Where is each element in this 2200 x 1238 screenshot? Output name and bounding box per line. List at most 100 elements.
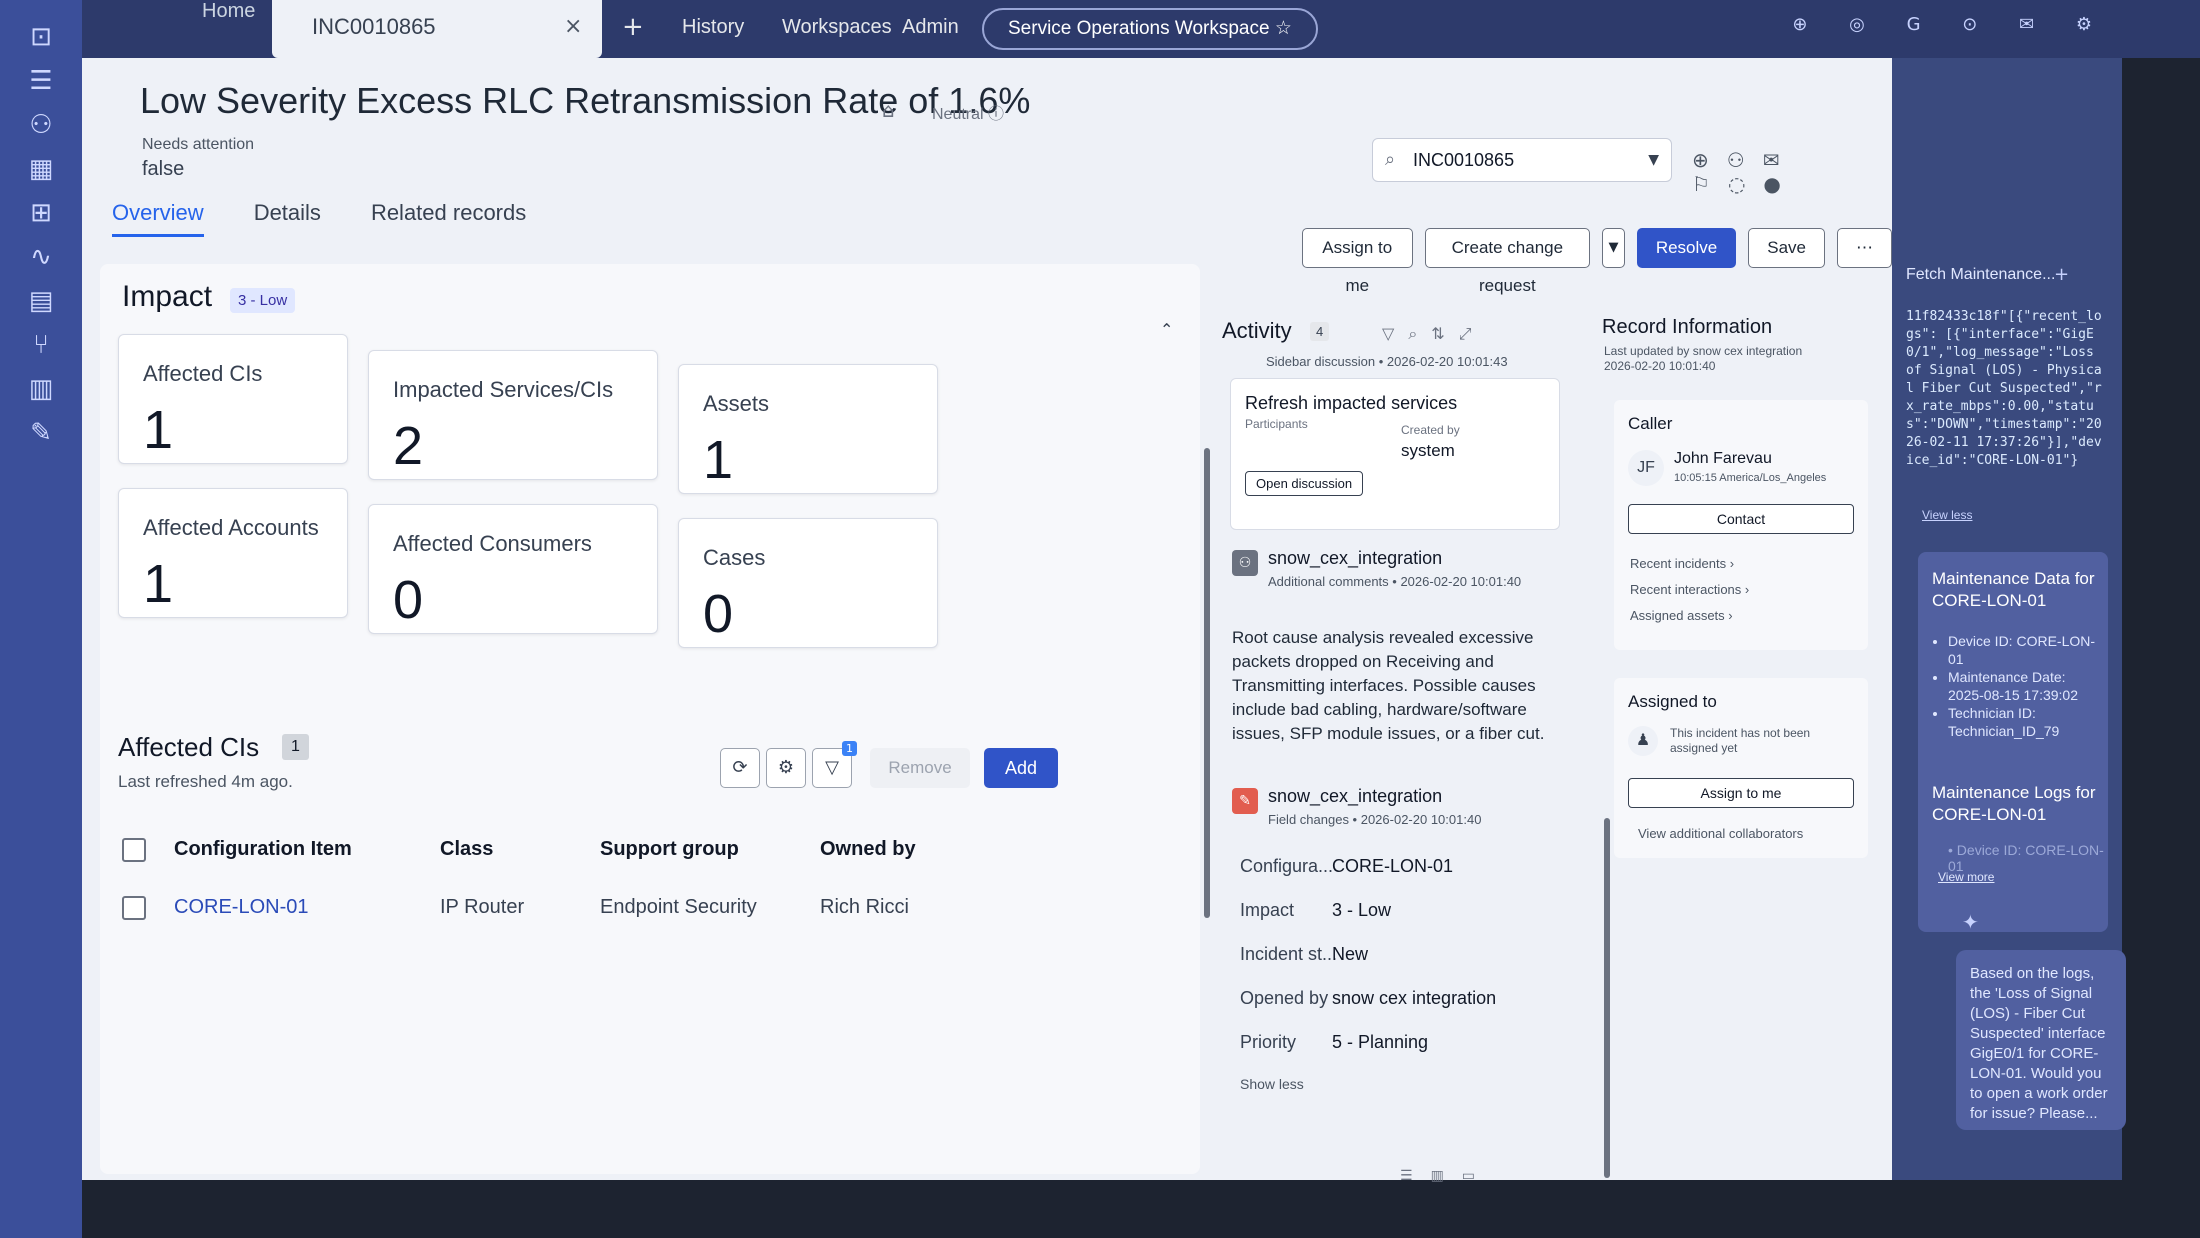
entry-author: snow_cex_integration bbox=[1268, 786, 1443, 806]
more-actions-button[interactable]: ⋯ bbox=[1837, 228, 1892, 268]
split-layout-icon[interactable]: ▥ bbox=[1431, 1168, 1462, 1184]
entry-comment: Root cause analysis revealed excessive p… bbox=[1232, 628, 1545, 743]
refresh-icon[interactable]: ⟳ bbox=[720, 748, 760, 788]
list-layout-icon[interactable]: ☰ bbox=[1400, 1168, 1431, 1184]
view-more-link[interactable]: View more bbox=[1938, 870, 1994, 884]
filter-icon[interactable]: ▽ 1 bbox=[812, 741, 857, 788]
remove-button[interactable]: Remove bbox=[870, 748, 970, 788]
search-input[interactable]: ⌕ INC0010865 ▼ bbox=[1372, 138, 1672, 182]
chevron-down-icon[interactable]: ▼ bbox=[1648, 139, 1659, 181]
layout-toggle-icons: ☰▥▭ bbox=[1400, 1168, 1493, 1184]
needs-attention-label: Needs attention bbox=[142, 136, 255, 153]
card-impacted-services[interactable]: Impacted Services/CIs 2 bbox=[368, 350, 658, 480]
service-operations-workspace-button[interactable]: Service Operations Workspace ☆ bbox=[982, 8, 1318, 50]
maintenance-list: Device ID: CORE-LON-01 Maintenance Date:… bbox=[1948, 632, 2104, 740]
chat-icon[interactable]: ✉ bbox=[1763, 148, 1798, 172]
tab-overview[interactable]: Overview bbox=[112, 200, 204, 237]
add-tab-icon[interactable]: + bbox=[622, 12, 644, 42]
row-checkbox[interactable] bbox=[122, 896, 146, 920]
show-less-link[interactable]: Show less bbox=[1240, 1076, 1304, 1092]
needs-attention-value: false bbox=[142, 158, 185, 180]
open-discussion-button[interactable]: Open discussion bbox=[1245, 471, 1364, 496]
created-by-label: Created by bbox=[1401, 423, 1460, 437]
notification-icon[interactable]: ⚐ bbox=[1692, 172, 1728, 196]
grid-icon[interactable]: ⊞ bbox=[24, 196, 58, 230]
tool-output: 11f82433c18f"[{"recent_logs": [{"interfa… bbox=[1906, 309, 2102, 468]
card-affected-accounts[interactable]: Affected Accounts 1 bbox=[118, 488, 348, 618]
single-layout-icon[interactable]: ▭ bbox=[1462, 1168, 1493, 1184]
info-icon[interactable]: ⓘ bbox=[988, 106, 1004, 123]
column-header[interactable]: Class bbox=[440, 838, 493, 861]
people-icon[interactable]: ⚇ bbox=[24, 108, 58, 142]
tab-details[interactable]: Details bbox=[254, 200, 321, 237]
record-information: Record Information Last updated by snow … bbox=[1602, 308, 1902, 1178]
tab-related-records[interactable]: Related records bbox=[371, 200, 526, 237]
add-icon[interactable]: + bbox=[2054, 264, 2069, 285]
people-icon[interactable]: ⚇ bbox=[1727, 148, 1763, 172]
globe-icon[interactable]: ⊕ bbox=[1692, 148, 1727, 172]
add-button[interactable]: Add bbox=[984, 748, 1058, 788]
column-header[interactable]: Owned by bbox=[820, 838, 916, 861]
discussion-title: Refresh impacted services bbox=[1245, 393, 1458, 413]
card-affected-cis[interactable]: Affected CIs 1 bbox=[118, 334, 348, 464]
tab-incident[interactable]: INC0010865 × bbox=[272, 0, 602, 58]
avatar[interactable]: ● bbox=[1763, 172, 1798, 196]
card-value: 0 bbox=[703, 584, 734, 644]
analytics-icon[interactable]: ▥ bbox=[24, 372, 58, 406]
assistant-panel: Fetch Maintenance... + 11f82433c18f"[{"r… bbox=[1892, 58, 2126, 1180]
card-cases[interactable]: Cases 0 bbox=[678, 518, 938, 648]
create-change-request-button[interactable]: Create change request bbox=[1424, 228, 1591, 295]
impact-panel: Impact 3 - Low ⌃ Affected CIs 1 Impacted… bbox=[100, 264, 1200, 1174]
card-assets[interactable]: Assets 1 bbox=[678, 364, 938, 494]
nav-history[interactable]: History bbox=[682, 16, 744, 39]
assign-to-me-button[interactable]: Assign to me bbox=[1302, 228, 1413, 295]
sentiment-label: Neutral bbox=[932, 106, 984, 123]
list-item: Technician ID: Technician_ID_79 bbox=[1948, 704, 2104, 740]
field-change-value: CORE-LON-01 bbox=[1332, 856, 1454, 876]
last-refreshed: Last refreshed 4m ago. bbox=[118, 772, 293, 791]
chevron-up-icon[interactable]: ⌃ bbox=[1160, 320, 1173, 339]
impact-badge: 3 - Low bbox=[230, 288, 296, 313]
sort-icon[interactable]: ⇅ bbox=[1431, 324, 1458, 343]
gear-icon[interactable]: ⚙ bbox=[766, 748, 806, 788]
impact-scrollbar[interactable] bbox=[1204, 448, 1210, 918]
expand-icon[interactable]: ⤢ bbox=[1459, 324, 1486, 343]
filter-icon[interactable]: ▽ bbox=[1382, 324, 1408, 343]
assign-to-me-button[interactable]: Assign to me bbox=[1628, 778, 1854, 808]
list-icon[interactable]: ☰ bbox=[24, 64, 58, 98]
avatar: JF bbox=[1628, 450, 1664, 486]
card-affected-consumers[interactable]: Affected Consumers 0 bbox=[368, 504, 658, 634]
chevron-down-icon[interactable]: ▼ bbox=[1602, 228, 1625, 268]
nav-admin[interactable]: Admin bbox=[902, 16, 959, 39]
column-header[interactable]: Configuration Item bbox=[174, 838, 352, 861]
assigned-note: This incident has not been assigned yet bbox=[1670, 726, 1811, 755]
search-icon[interactable]: ⌕ bbox=[1408, 324, 1431, 343]
help-icon[interactable]: ◌ bbox=[1728, 172, 1763, 196]
calendar-icon[interactable]: ▦ bbox=[24, 152, 58, 186]
caller-name[interactable]: John Farevau bbox=[1674, 450, 1772, 468]
close-icon[interactable]: × bbox=[564, 14, 582, 39]
column-header[interactable]: Support group bbox=[600, 838, 739, 861]
view-less-link[interactable]: View less bbox=[1922, 508, 1972, 522]
home-tab[interactable]: Home bbox=[202, 0, 255, 23]
edit-icon[interactable]: ✎ bbox=[24, 416, 58, 450]
inbox-icon[interactable]: ⊡ bbox=[24, 20, 58, 54]
assigned-assets-link[interactable]: Assigned assets › bbox=[1630, 608, 1733, 623]
recent-incidents-link[interactable]: Recent incidents › bbox=[1630, 556, 1734, 571]
resolve-button[interactable]: Resolve bbox=[1636, 228, 1737, 268]
view-collaborators-link[interactable]: View additional collaborators bbox=[1638, 826, 1803, 841]
nav-workspaces[interactable]: Workspaces bbox=[782, 16, 892, 39]
save-button[interactable]: Save bbox=[1748, 228, 1825, 268]
select-all-checkbox[interactable] bbox=[122, 838, 146, 862]
document-list-icon[interactable]: ▤ bbox=[24, 284, 58, 318]
contact-button[interactable]: Contact bbox=[1628, 504, 1854, 534]
pulse-icon[interactable]: ∿ bbox=[24, 240, 58, 274]
recent-interactions-link[interactable]: Recent interactions › bbox=[1630, 582, 1749, 597]
branch-icon[interactable]: ⑂ bbox=[24, 328, 58, 362]
list-item: Device ID: CORE-LON-01 bbox=[1948, 632, 2104, 668]
list-item: Maintenance Date: 2025-08-15 17:39:02 bbox=[1948, 668, 2104, 704]
tab-incident-label: INC0010865 bbox=[312, 14, 436, 39]
tag-icon[interactable]: ⌂ bbox=[882, 98, 895, 122]
card-value: 2 bbox=[393, 416, 424, 476]
ci-link[interactable]: CORE-LON-01 bbox=[174, 896, 308, 919]
